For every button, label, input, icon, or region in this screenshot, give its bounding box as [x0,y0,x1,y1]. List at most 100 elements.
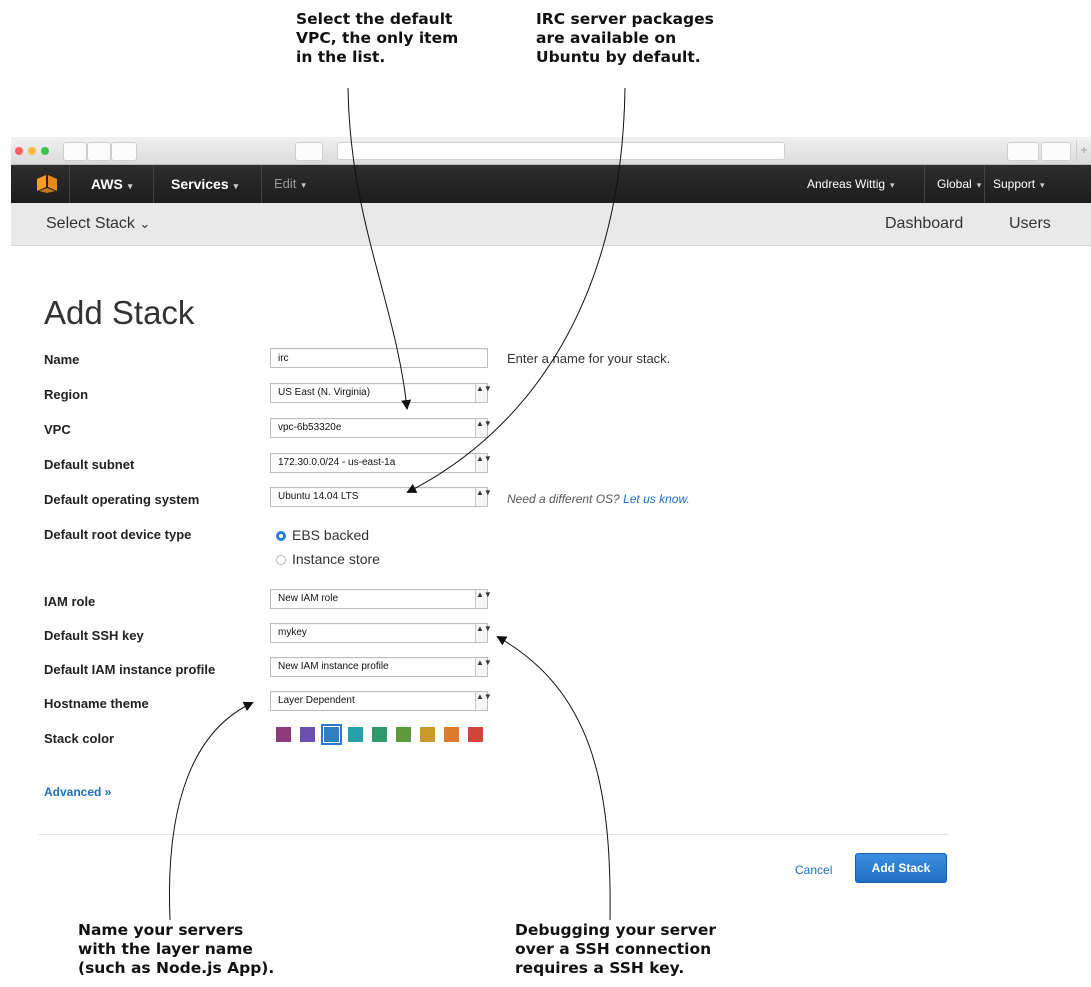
tabs-button[interactable] [1041,142,1071,161]
color-swatch[interactable] [420,727,435,742]
aws-logo-icon[interactable] [37,175,57,196]
edit-menu-label: Edit [274,176,297,191]
new-tab-icon[interactable]: + [1076,140,1091,161]
color-swatch[interactable] [348,727,363,742]
radio-selected-icon[interactable] [276,531,286,542]
select-arrows-icon: ▲▼ [475,590,492,608]
name-hint: Enter a name for your stack. [507,351,671,366]
color-swatch[interactable] [444,727,459,742]
share-button[interactable] [295,142,323,161]
hostname-theme-select[interactable]: Layer Dependent ▲▼ [270,691,492,711]
cancel-button[interactable]: Cancel [795,863,832,877]
downloads-button[interactable] [1007,142,1039,161]
callout-hostname: Name your servers with the layer name (s… [78,921,274,978]
callout-line: (such as Node.js App). [78,959,275,977]
iam-role-label: IAM role [44,594,96,609]
page-title: Add Stack [44,294,195,332]
iam-role-select-value: New IAM role [278,593,339,604]
divider [261,165,262,203]
callout-line: Name your servers [78,921,244,939]
color-swatch[interactable] [321,724,342,745]
back-button[interactable] [63,142,87,161]
user-menu[interactable]: Andreas Wittig ▾ [807,165,895,203]
select-stack-menu[interactable]: Select Stack ⌄ [46,203,150,245]
hostname-theme-label: Hostname theme [44,696,149,711]
color-swatch[interactable] [396,727,411,742]
callout-line: over a SSH connection [515,940,712,958]
stack-color-label: Stack color [44,731,115,746]
chevron-down-icon: ▾ [976,180,982,190]
ssh-key-select[interactable]: mykey ▲▼ [270,623,492,643]
services-menu-label: Services [171,176,229,192]
subnet-select-value: 172.30.0.0/24 - us-east-1a [278,457,396,468]
region-select[interactable]: US East (N. Virginia) ▲▼ [270,383,492,403]
select-arrows-icon: ▲▼ [475,692,492,710]
name-input[interactable] [270,348,488,368]
let-us-know-link[interactable]: Let us know. [623,492,690,506]
callout-line: Debugging your server [515,921,717,939]
forward-button[interactable] [87,142,111,161]
callout-line: IRC server packages [536,10,714,28]
services-menu[interactable]: Services ▾ [171,165,238,203]
sidebar-button[interactable] [111,142,137,161]
support-menu-label: Support [993,177,1036,191]
user-menu-label: Andreas Wittig [807,177,886,191]
callout-line: Select the default [296,10,453,28]
callout-line: are available on [536,29,677,47]
select-arrows-icon: ▲▼ [475,419,492,437]
select-arrows-icon: ▲▼ [475,384,492,402]
callout-line: VPC, the only item [296,29,459,47]
divider [984,165,985,203]
iam-role-select[interactable]: New IAM role ▲▼ [270,589,492,609]
advanced-link[interactable]: Advanced » [44,785,111,799]
chevron-down-icon: ▾ [301,180,306,190]
callout-line: requires a SSH key. [515,959,685,977]
maximize-window-icon[interactable] [41,147,49,155]
region-menu[interactable]: Global ▾ [937,165,981,203]
instance-store-option[interactable]: Instance store [276,551,380,567]
subnet-label: Default subnet [44,457,135,472]
chevron-down-icon: ▾ [890,180,895,190]
ebs-backed-label: EBS backed [292,527,370,543]
users-link[interactable]: Users [1009,203,1051,245]
arrow-to-ssh-key [496,636,611,921]
os-select[interactable]: Ubuntu 14.04 LTS ▲▼ [270,487,492,507]
callout-os: IRC server packages are available on Ubu… [536,10,714,67]
region-menu-label: Global [937,177,972,191]
edit-menu[interactable]: Edit ▾ [274,165,306,203]
ebs-backed-option[interactable]: EBS backed [276,527,369,543]
select-stack-label: Select Stack [46,215,135,232]
close-window-icon[interactable] [15,147,23,155]
os-label: Default operating system [44,492,200,507]
add-stack-button[interactable]: Add Stack [855,853,947,883]
aws-top-bar: AWS ▾ Services ▾ Edit ▾ Andreas Wittig ▾ Glo… [11,165,1091,203]
ssh-key-select-value: mykey [278,627,307,638]
support-menu[interactable]: Support ▾ [993,165,1045,203]
select-arrows-icon: ▲▼ [475,624,492,642]
instance-profile-label: Default IAM instance profile [44,662,216,677]
divider [38,834,948,835]
browser-toolbar: + [11,137,1091,165]
minimize-window-icon[interactable] [28,147,36,155]
color-swatch[interactable] [300,727,315,742]
chevron-down-icon: ▾ [233,181,239,191]
instance-profile-select[interactable]: New IAM instance profile ▲▼ [270,657,492,677]
radio-unselected-icon[interactable] [276,555,286,566]
region-select-value: US East (N. Virginia) [278,387,371,398]
divider [69,165,70,203]
select-arrows-icon: ▲▼ [475,454,492,472]
subnet-select[interactable]: 172.30.0.0/24 - us-east-1a ▲▼ [270,453,492,473]
divider [153,165,154,203]
callout-line: Ubuntu by default. [536,48,701,66]
aws-menu[interactable]: AWS ▾ [91,165,132,203]
aws-menu-label: AWS [91,176,123,192]
color-swatch[interactable] [372,727,387,742]
color-swatch[interactable] [468,727,483,742]
os-select-value: Ubuntu 14.04 LTS [278,491,359,502]
address-bar[interactable] [337,142,785,160]
dashboard-link[interactable]: Dashboard [885,203,963,245]
vpc-select[interactable]: vpc-6b53320e ▲▼ [270,418,492,438]
color-swatch[interactable] [276,727,291,742]
select-arrows-icon: ▲▼ [475,488,492,506]
callout-vpc: Select the default VPC, the only item in… [296,10,458,67]
